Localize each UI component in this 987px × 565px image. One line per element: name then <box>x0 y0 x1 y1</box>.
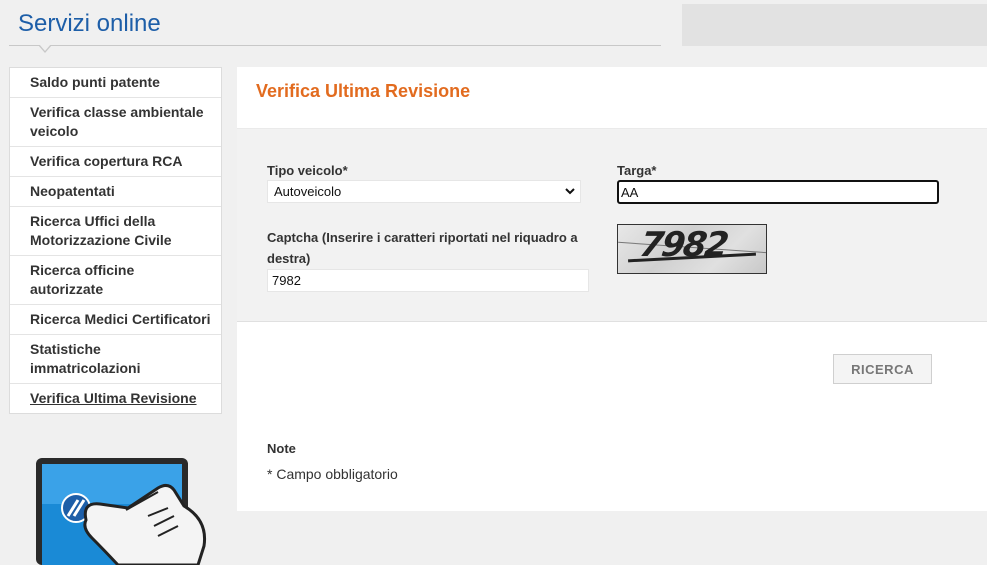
sidebar-item-ricerca-medici[interactable]: Ricerca Medici Certificatori <box>10 305 221 335</box>
sidebar-item-ricerca-uffici[interactable]: Ricerca Uffici della Motorizzazione Civi… <box>10 207 221 256</box>
note-title: Note <box>267 441 296 456</box>
tipo-veicolo-select[interactable]: Autoveicolo <box>267 180 581 203</box>
tipo-veicolo-selected-value: Autoveicolo <box>274 184 342 199</box>
sidebar-item-label: Verifica Ultima Revisione <box>30 390 197 406</box>
sidebar-item-label: Ricerca Medici Certificatori <box>30 311 211 327</box>
sidebar-item-neopatentati[interactable]: Neopatentati <box>10 177 221 207</box>
sidebar-item-verifica-copertura-rca[interactable]: Verifica copertura RCA <box>10 147 221 177</box>
search-form <box>237 129 987 322</box>
ricerca-button[interactable]: RICERCA <box>833 354 932 384</box>
section-title: Verifica Ultima Revisione <box>256 81 471 101</box>
captcha-label: Captcha (Inserire i caratteri riportati … <box>267 230 578 266</box>
sidebar-item-statistiche-immatricolazioni[interactable]: Statistiche immatricolazioni <box>10 335 221 384</box>
sidebar-item-label: Neopatentati <box>30 183 115 199</box>
targa-field[interactable] <box>617 180 939 204</box>
tipo-veicolo-label: Tipo veicolo* <box>267 163 348 178</box>
targa-label: Targa* <box>617 163 657 178</box>
captcha-image: 7982 <box>617 224 767 274</box>
title-divider-notch <box>38 44 52 53</box>
note-text: * Campo obbligatorio <box>267 466 398 482</box>
header-banner-placeholder <box>682 4 987 46</box>
sidebar-item-label: Saldo punti patente <box>30 74 160 90</box>
captcha-field[interactable] <box>267 269 589 292</box>
sidebar-item-label: Verifica classe ambientale veicolo <box>30 104 204 139</box>
chevron-down-icon <box>565 188 575 195</box>
sidebar-item-label: Statistiche immatricolazioni <box>30 341 141 376</box>
sidebar-item-verifica-classe-ambientale[interactable]: Verifica classe ambientale veicolo <box>10 98 221 147</box>
sidebar-item-saldo-punti-patente[interactable]: Saldo punti patente <box>10 68 221 98</box>
sidebar-item-label: Ricerca officine autorizzate <box>30 262 135 297</box>
sidebar-menu: Saldo punti patente Verifica classe ambi… <box>9 67 222 414</box>
main-panel: Verifica Ultima Revisione Tipo veicolo* … <box>237 67 987 511</box>
sidebar-item-label: Verifica copertura RCA <box>30 153 183 169</box>
sidebar-item-label: Ricerca Uffici della Motorizzazione Civi… <box>30 213 172 248</box>
section-header: Verifica Ultima Revisione <box>237 67 987 129</box>
sidebar-item-verifica-ultima-revisione[interactable]: Verifica Ultima Revisione <box>10 384 221 413</box>
laptop-with-pointing-hand-icon <box>36 458 207 565</box>
page-title: Servizi online <box>18 10 161 37</box>
title-divider <box>9 45 661 46</box>
sidebar-item-ricerca-officine[interactable]: Ricerca officine autorizzate <box>10 256 221 305</box>
